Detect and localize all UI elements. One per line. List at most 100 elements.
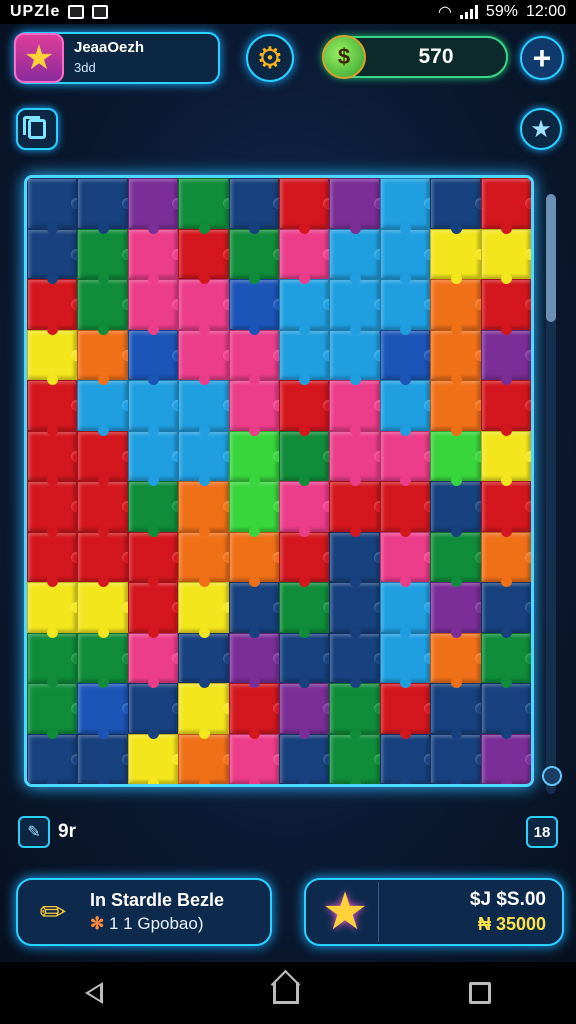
puzzle-piece[interactable] — [127, 733, 184, 784]
puzzle-piece[interactable] — [480, 733, 531, 784]
puzzle-piece[interactable] — [430, 228, 487, 284]
puzzle-piece[interactable] — [379, 733, 436, 784]
puzzle-piece[interactable] — [27, 632, 83, 688]
puzzle-piece[interactable] — [279, 481, 335, 536]
puzzle-piece[interactable] — [27, 279, 83, 334]
puzzle-piece[interactable] — [228, 582, 285, 637]
puzzle-piece[interactable] — [127, 582, 184, 637]
puzzle-piece[interactable] — [228, 279, 285, 334]
puzzle-piece[interactable] — [329, 329, 386, 385]
puzzle-piece[interactable] — [77, 733, 134, 784]
puzzle-piece[interactable] — [178, 380, 235, 435]
puzzle-piece[interactable] — [480, 481, 531, 536]
puzzle-mode-card[interactable]: ✏ In Stardle Bezle ✻ 1 1 Gpobao) — [16, 878, 272, 946]
puzzle-piece[interactable] — [379, 380, 436, 435]
favorite-button[interactable]: ★ — [520, 108, 562, 150]
puzzle-piece[interactable] — [228, 683, 285, 738]
puzzle-piece[interactable] — [178, 228, 235, 284]
puzzle-piece[interactable] — [329, 582, 386, 637]
puzzle-piece[interactable] — [379, 430, 436, 486]
puzzle-piece[interactable] — [228, 329, 285, 385]
puzzle-piece[interactable] — [379, 228, 436, 284]
puzzle-piece[interactable] — [430, 683, 487, 738]
puzzle-piece[interactable] — [228, 481, 285, 536]
puzzle-piece[interactable] — [279, 380, 335, 435]
puzzle-piece[interactable] — [127, 178, 184, 233]
puzzle-piece[interactable] — [430, 329, 487, 385]
puzzle-piece[interactable] — [77, 279, 134, 334]
puzzle-piece[interactable] — [77, 228, 134, 284]
puzzle-piece[interactable] — [228, 380, 285, 435]
puzzle-piece[interactable] — [178, 178, 235, 233]
puzzle-piece[interactable] — [127, 683, 184, 738]
puzzle-piece[interactable] — [27, 430, 83, 486]
puzzle-piece[interactable] — [228, 632, 285, 688]
puzzle-piece[interactable] — [480, 380, 531, 435]
recent-apps-icon[interactable] — [469, 982, 491, 1004]
puzzle-piece[interactable] — [228, 178, 285, 233]
puzzle-piece[interactable] — [329, 178, 386, 233]
puzzle-piece[interactable] — [430, 481, 487, 536]
add-coins-button[interactable]: + — [520, 36, 564, 80]
puzzle-piece[interactable] — [27, 228, 83, 284]
puzzle-piece[interactable] — [77, 329, 134, 385]
puzzle-grid[interactable] — [27, 178, 531, 784]
puzzle-piece[interactable] — [430, 632, 487, 688]
puzzle-piece[interactable] — [27, 178, 83, 233]
puzzle-piece[interactable] — [178, 632, 235, 688]
puzzle-piece[interactable] — [279, 531, 335, 587]
puzzle-piece[interactable] — [379, 632, 436, 688]
puzzle-piece[interactable] — [127, 228, 184, 284]
puzzle-piece[interactable] — [279, 279, 335, 334]
puzzle-board[interactable] — [24, 175, 534, 787]
puzzle-piece[interactable] — [228, 531, 285, 587]
purchase-card[interactable]: ★ $J $S.00 ₦ 35000 — [304, 878, 564, 946]
puzzle-piece[interactable] — [178, 733, 235, 784]
puzzle-piece[interactable] — [379, 178, 436, 233]
puzzle-piece[interactable] — [480, 632, 531, 688]
puzzle-piece[interactable] — [178, 531, 235, 587]
puzzle-piece[interactable] — [379, 683, 436, 738]
puzzle-piece[interactable] — [77, 481, 134, 536]
puzzle-piece[interactable] — [480, 430, 531, 486]
puzzle-piece[interactable] — [329, 430, 386, 486]
puzzle-piece[interactable] — [27, 531, 83, 587]
copy-button[interactable] — [16, 108, 58, 150]
puzzle-piece[interactable] — [279, 430, 335, 486]
puzzle-piece[interactable] — [127, 279, 184, 334]
puzzle-piece[interactable] — [379, 582, 436, 637]
scrollbar-thumb[interactable] — [546, 194, 556, 322]
puzzle-piece[interactable] — [379, 481, 436, 536]
puzzle-piece[interactable] — [279, 683, 335, 738]
puzzle-piece[interactable] — [27, 481, 83, 536]
puzzle-piece[interactable] — [329, 531, 386, 587]
puzzle-piece[interactable] — [279, 582, 335, 637]
puzzle-piece[interactable] — [430, 178, 487, 233]
puzzle-piece[interactable] — [329, 228, 386, 284]
puzzle-piece[interactable] — [279, 178, 335, 233]
puzzle-piece[interactable] — [27, 733, 83, 784]
puzzle-piece[interactable] — [178, 279, 235, 334]
puzzle-piece[interactable] — [228, 733, 285, 784]
puzzle-piece[interactable] — [127, 430, 184, 486]
scroll-handle[interactable] — [542, 766, 562, 786]
board-scrollbar[interactable] — [546, 194, 556, 794]
puzzle-piece[interactable] — [480, 178, 531, 233]
puzzle-piece[interactable] — [27, 329, 83, 385]
puzzle-piece[interactable] — [430, 531, 487, 587]
puzzle-piece[interactable] — [27, 380, 83, 435]
settings-button[interactable]: ⚙ — [246, 34, 294, 82]
puzzle-piece[interactable] — [329, 481, 386, 536]
puzzle-piece[interactable] — [127, 329, 184, 385]
puzzle-piece[interactable] — [430, 279, 487, 334]
puzzle-piece[interactable] — [77, 430, 134, 486]
puzzle-piece[interactable] — [178, 329, 235, 385]
puzzle-piece[interactable] — [279, 329, 335, 385]
puzzle-piece[interactable] — [329, 733, 386, 784]
puzzle-piece[interactable] — [77, 531, 134, 587]
puzzle-piece[interactable] — [127, 531, 184, 587]
puzzle-piece[interactable] — [379, 329, 436, 385]
puzzle-piece[interactable] — [178, 481, 235, 536]
pencil-icon[interactable]: ✎ — [18, 816, 50, 848]
puzzle-piece[interactable] — [480, 582, 531, 637]
